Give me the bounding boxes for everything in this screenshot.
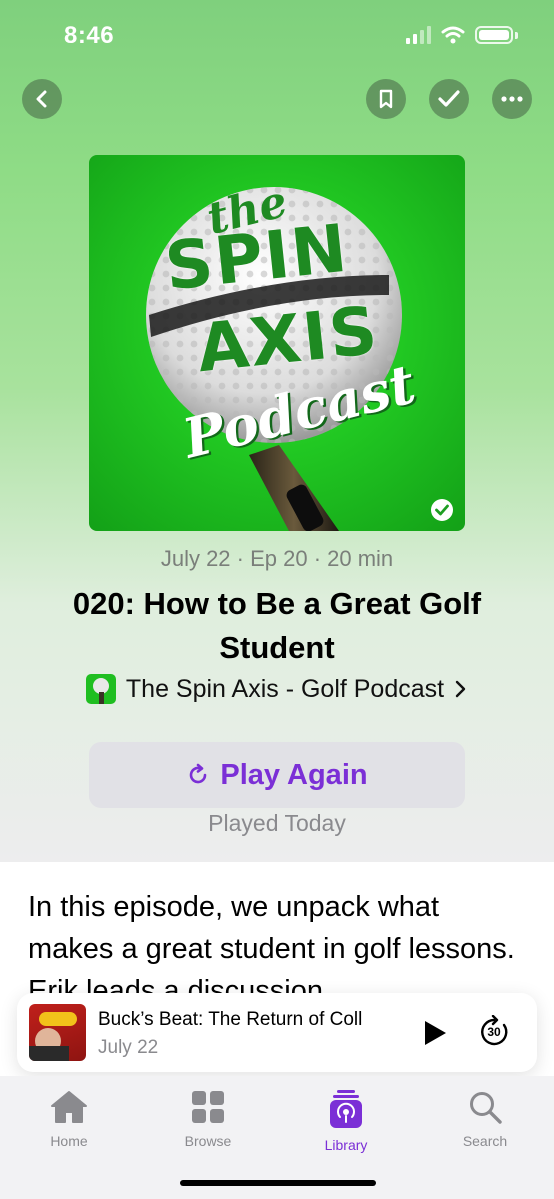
checkmark-icon [438, 90, 460, 107]
show-thumbnail [85, 674, 116, 704]
chevron-right-icon [455, 680, 466, 698]
bookmark-icon [379, 89, 393, 109]
tab-search-label: Search [462, 1133, 508, 1149]
chevron-left-icon [36, 90, 47, 108]
back-button[interactable] [22, 79, 62, 119]
home-indicator[interactable] [180, 1180, 376, 1186]
house-icon [51, 1091, 87, 1123]
podcast-artwork: the SPIN AXIS Podcast [89, 155, 465, 531]
bookmark-button[interactable] [366, 79, 406, 119]
show-link[interactable]: The Spin Axis - Golf Podcast [0, 674, 554, 704]
library-icon [330, 1090, 362, 1128]
episode-meta: July 22 · Ep 20 · 20 min [160, 546, 394, 571]
skip-forward-label: 30 [487, 1025, 501, 1039]
mini-player[interactable]: Buck’s Beat: The Return of Coll July 22 … [17, 993, 537, 1072]
search-icon [470, 1092, 502, 1124]
skip-forward-button[interactable]: 30 [477, 1014, 511, 1049]
status-icons [406, 26, 518, 44]
replay-icon [190, 763, 207, 784]
tab-library[interactable]: Library [296, 1090, 396, 1153]
mini-player-title: Buck’s Beat: The Return of Coll [98, 1009, 363, 1030]
status-time: 8:46 [64, 22, 115, 49]
mini-player-date: July 22 [98, 1037, 159, 1058]
more-button[interactable] [492, 79, 532, 119]
tab-home-label: Home [50, 1133, 88, 1149]
wifi-icon [441, 26, 465, 44]
show-name: The Spin Axis - Golf Podcast [125, 674, 445, 703]
battery-icon [475, 26, 513, 44]
play-again-label: Play Again [220, 758, 368, 791]
ellipsis-icon [501, 96, 523, 102]
tab-browse-label: Browse [184, 1133, 232, 1149]
tab-browse[interactable]: Browse [158, 1090, 258, 1149]
mini-player-artwork [29, 1004, 86, 1061]
mark-played-button[interactable] [429, 79, 469, 119]
play-again-button[interactable]: Play Again [89, 742, 465, 808]
downloaded-check-icon [431, 499, 453, 521]
status-bar: 8:46 [0, 0, 554, 70]
episode-title: 020: How to Be a Great Golf Student [72, 586, 482, 665]
tab-library-label: Library [324, 1137, 368, 1153]
played-status: Played Today [208, 810, 346, 836]
play-icon[interactable] [419, 1018, 449, 1048]
episode-description[interactable]: In this episode, we unpack what makes a … [28, 886, 528, 996]
grid-icon [192, 1091, 224, 1123]
cellular-signal-icon [406, 26, 431, 44]
tab-home[interactable]: Home [19, 1090, 119, 1149]
tab-search[interactable]: Search [435, 1090, 535, 1149]
